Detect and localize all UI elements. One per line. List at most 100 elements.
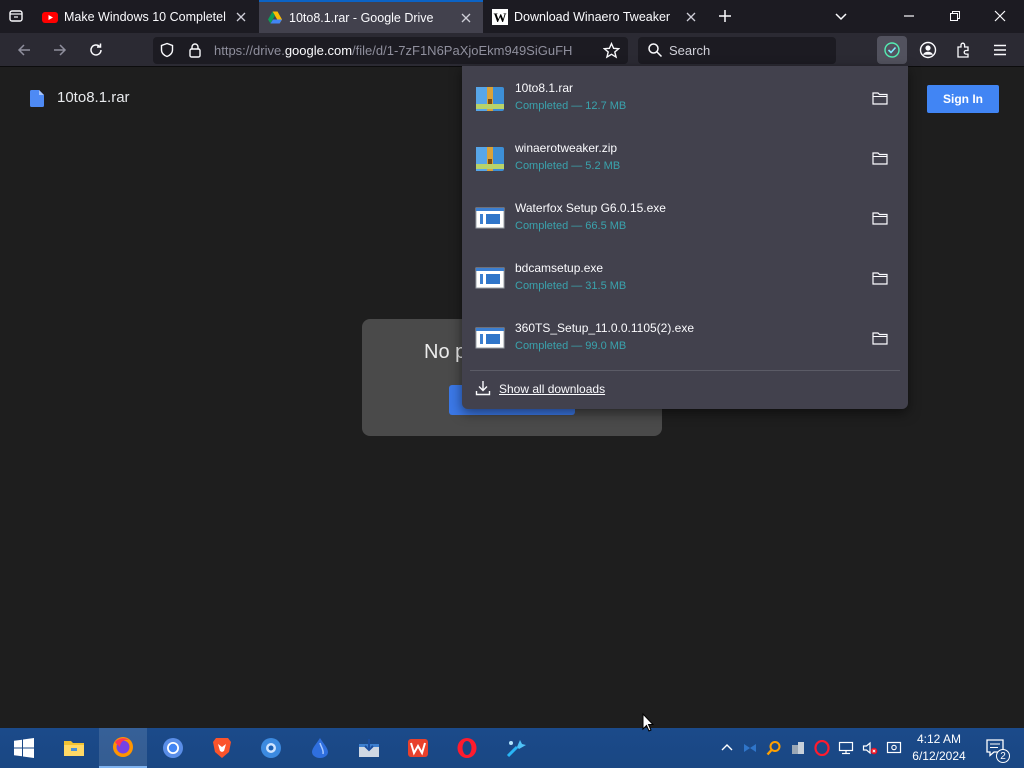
installer-download-icon[interactable] <box>345 728 393 768</box>
tab-title: Make Windows 10 Completely Look Like <box>64 9 226 24</box>
download-name: 10to8.1.rar <box>515 81 574 95</box>
search-placeholder: Search <box>669 43 711 58</box>
show-all-downloads-button[interactable]: Show all downloads <box>470 374 900 404</box>
close-tab-icon[interactable] <box>232 8 250 26</box>
file-doc-icon <box>30 90 44 112</box>
windows-taskbar: 4:12 AM 6/12/2024 2 <box>0 728 1024 768</box>
url-text[interactable]: https://drive.google.com/file/d/1-7zF1N6… <box>214 43 592 58</box>
download-name: winaerotweaker.zip <box>515 141 618 155</box>
nav-toolbar: https://drive.google.com/file/d/1-7zF1N6… <box>0 33 1024 67</box>
mouse-cursor-icon <box>642 712 655 737</box>
open-folder-icon[interactable] <box>870 208 890 228</box>
downloads-panel: 10to8.1.rar Completed — 12.7 MB winaerot… <box>462 66 908 409</box>
close-window-icon[interactable] <box>988 4 1012 28</box>
exe-file-icon <box>474 202 506 234</box>
new-tab-plus-icon[interactable] <box>713 4 737 28</box>
download-name: 360TS_Setup_11.0.0.1105(2).exe <box>515 321 695 335</box>
winrar-archive-icon <box>474 82 506 114</box>
close-tab-icon[interactable] <box>682 8 700 26</box>
tab-google-drive[interactable]: 10to8.1.rar - Google Drive <box>259 0 483 33</box>
download-name: Waterfox Setup G6.0.15.exe <box>515 201 666 215</box>
download-item[interactable]: 10to8.1.rar Completed — 12.7 MB <box>470 70 900 128</box>
start-windows-icon[interactable] <box>0 728 48 768</box>
wps-office-icon[interactable] <box>394 728 442 768</box>
opera-icon[interactable] <box>443 728 491 768</box>
file-explorer-icon[interactable] <box>50 728 98 768</box>
download-item[interactable]: bdcamsetup.exe Completed — 31.5 MB <box>470 250 900 308</box>
open-folder-icon[interactable] <box>870 148 890 168</box>
download-item[interactable]: 360TS_Setup_11.0.0.1105(2).exe Completed… <box>470 310 900 368</box>
notification-center-button[interactable]: 2 <box>976 728 1016 768</box>
minimize-icon[interactable] <box>897 4 921 28</box>
tab-title: 10to8.1.rar - Google Drive <box>289 10 434 25</box>
tab-youtube[interactable]: Make Windows 10 Completely Look Like <box>34 0 258 33</box>
sign-in-button[interactable]: Sign In <box>927 85 999 113</box>
download-status: Completed — 5.2 MB <box>515 160 621 172</box>
search-icon <box>647 42 663 63</box>
tracking-shield-icon[interactable] <box>159 42 175 63</box>
download-item[interactable]: Waterfox Setup G6.0.15.exe Completed — 6… <box>470 190 900 248</box>
search-input[interactable]: Search <box>638 37 836 64</box>
download-status: Completed — 99.0 MB <box>515 340 627 352</box>
url-prefix: https://drive. <box>214 43 285 58</box>
open-folder-icon[interactable] <box>870 268 890 288</box>
globe-browser-icon[interactable] <box>247 728 295 768</box>
extensions-puzzle-icon[interactable] <box>952 38 976 62</box>
winaero-w-icon: W <box>492 8 508 25</box>
list-all-tabs-chevron-icon[interactable] <box>829 4 853 28</box>
device-tray-icon[interactable] <box>788 738 808 758</box>
clock-date: 6/12/2024 <box>912 749 966 763</box>
tray-app-icon[interactable] <box>740 738 760 758</box>
url-path: /file/d/1-7zF1N6PaXjoEkm949SiGuFH <box>352 43 573 58</box>
file-title: 10to8.1.rar <box>57 89 130 106</box>
clock-time: 4:12 AM <box>916 732 962 746</box>
download-status: Completed — 31.5 MB <box>515 280 627 292</box>
chrome-icon[interactable] <box>149 728 197 768</box>
download-name: bdcamsetup.exe <box>515 261 604 275</box>
open-folder-icon[interactable] <box>870 328 890 348</box>
hamburger-menu-icon[interactable] <box>988 38 1012 62</box>
no-preview-text: No p <box>424 341 467 363</box>
open-folder-icon[interactable] <box>870 88 890 108</box>
magnifier-tray-icon[interactable] <box>764 738 784 758</box>
download-item[interactable]: winaerotweaker.zip Completed — 5.2 MB <box>470 130 900 188</box>
opera-tray-icon[interactable] <box>812 738 832 758</box>
url-domain: google.com <box>284 43 353 58</box>
back-arrow-icon[interactable] <box>12 38 36 62</box>
svg-text:W: W <box>494 10 507 25</box>
lock-icon[interactable] <box>187 42 203 63</box>
waterfox-icon[interactable] <box>296 728 344 768</box>
forward-arrow-icon[interactable] <box>48 38 72 62</box>
download-status: Completed — 12.7 MB <box>515 100 627 112</box>
winaero-tweaker-icon[interactable] <box>492 728 540 768</box>
downloads-complete-icon <box>884 42 900 58</box>
account-icon[interactable] <box>916 38 940 62</box>
url-bar[interactable]: https://drive.google.com/file/d/1-7zF1N6… <box>153 37 628 64</box>
panel-divider <box>470 370 900 371</box>
download-arrow-icon <box>475 380 491 401</box>
tab-winaero[interactable]: W Download Winaero Tweaker <box>484 0 708 33</box>
winrar-archive-icon <box>474 142 506 174</box>
tab-title: Download Winaero Tweaker <box>514 9 671 24</box>
exe-file-icon <box>474 262 506 294</box>
exe-file-icon <box>474 322 506 354</box>
show-hidden-icons-chevron-icon[interactable] <box>717 738 737 758</box>
restore-icon[interactable] <box>943 4 967 28</box>
reload-icon[interactable] <box>84 38 108 62</box>
youtube-icon <box>42 9 58 25</box>
show-all-label: Show all downloads <box>499 382 606 396</box>
close-tab-icon[interactable] <box>457 9 475 27</box>
firefox-icon[interactable] <box>99 728 147 768</box>
download-status: Completed — 66.5 MB <box>515 220 627 232</box>
network-icon[interactable] <box>836 738 856 758</box>
downloads-button[interactable] <box>877 36 907 64</box>
screen-tray-icon[interactable] <box>884 738 904 758</box>
bookmark-star-icon[interactable] <box>602 41 621 64</box>
taskbar-clock[interactable]: 4:12 AM 6/12/2024 <box>905 731 973 765</box>
volume-muted-icon[interactable] <box>860 738 880 758</box>
tab-strip: Make Windows 10 Completely Look Like 10t… <box>0 0 1024 33</box>
firefox-view-icon[interactable] <box>4 4 28 28</box>
brave-icon[interactable] <box>198 728 246 768</box>
google-drive-icon <box>267 10 283 26</box>
notification-count-badge: 2 <box>996 749 1010 763</box>
